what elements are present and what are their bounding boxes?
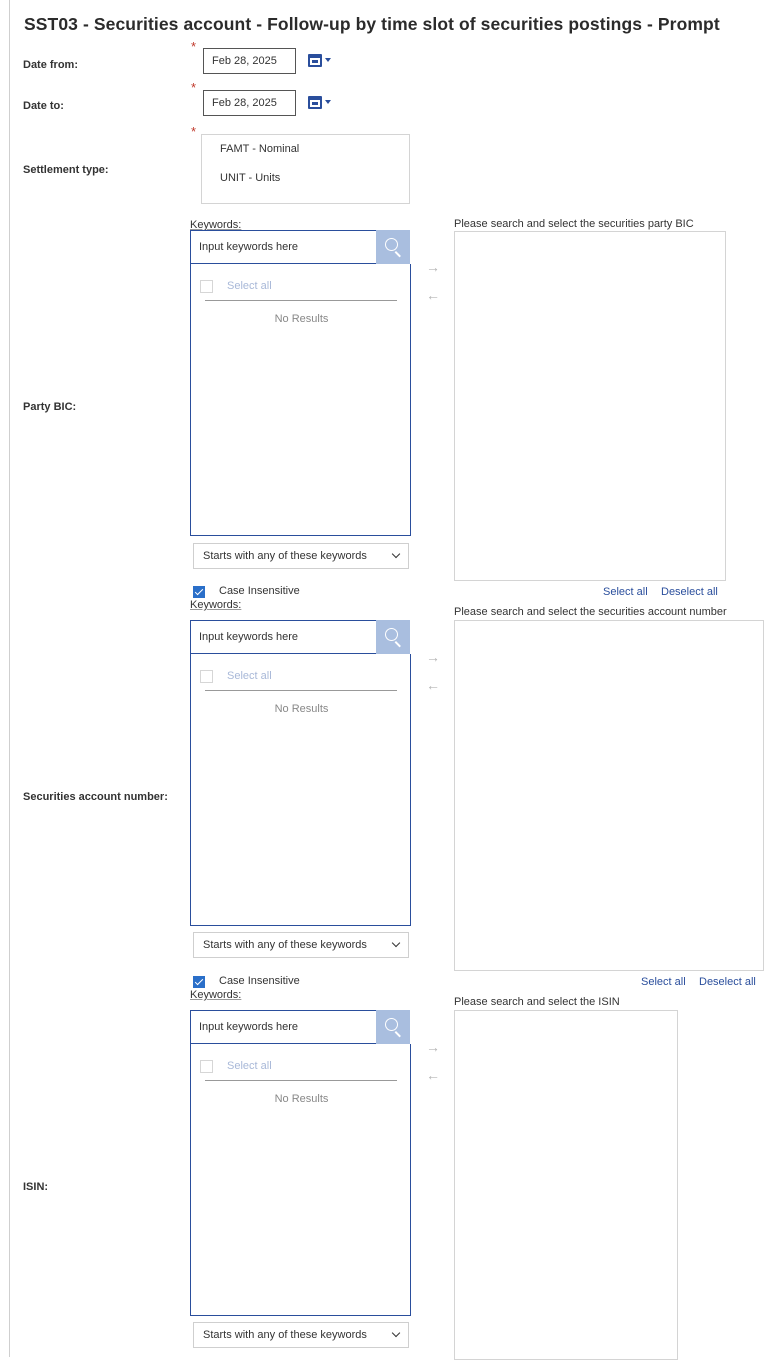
party-bic-select-all-checkbox[interactable] bbox=[200, 280, 213, 293]
isin-keywords-label: Keywords: bbox=[190, 989, 242, 1001]
party-bic-select-all-label: Select all bbox=[227, 280, 272, 292]
date-to-calendar-button[interactable] bbox=[304, 90, 334, 116]
party-bic-keywords-input[interactable]: Input keywords here bbox=[190, 230, 378, 264]
party-bic-select-all-link[interactable]: Select all bbox=[603, 586, 648, 598]
securities-account-match-mode-select[interactable]: Starts with any of these keywords bbox=[193, 932, 409, 958]
isin-keywords-input[interactable]: Input keywords here bbox=[190, 1010, 378, 1044]
securities-account-case-insensitive-checkbox[interactable] bbox=[193, 976, 205, 988]
securities-account-selected-list[interactable] bbox=[454, 620, 764, 971]
party-bic-case-insensitive-checkbox[interactable] bbox=[193, 586, 205, 598]
isin-remove-arrow-icon[interactable]: ← bbox=[426, 1068, 440, 1082]
isin-selected-list[interactable] bbox=[454, 1010, 678, 1360]
date-from-calendar-button[interactable] bbox=[304, 48, 334, 74]
isin-select-all-checkbox[interactable] bbox=[200, 1060, 213, 1073]
divider bbox=[205, 1080, 397, 1081]
calendar-icon bbox=[308, 54, 322, 67]
securities-account-no-results: No Results bbox=[274, 703, 329, 715]
party-bic-match-mode-select[interactable]: Starts with any of these keywords bbox=[193, 543, 409, 569]
date-to-required-mark: * bbox=[191, 80, 197, 95]
securities-account-select-all-link[interactable]: Select all bbox=[641, 976, 686, 988]
securities-account-remove-arrow-icon[interactable]: ← bbox=[426, 678, 440, 692]
party-bic-case-insensitive-label: Case Insensitive bbox=[219, 585, 300, 597]
search-icon bbox=[385, 1018, 398, 1031]
page-title: SST03 - Securities account - Follow-up b… bbox=[24, 14, 720, 34]
securities-account-results-list: Select all No Results bbox=[190, 654, 411, 926]
party-bic-selected-list[interactable] bbox=[454, 231, 726, 581]
left-border-line bbox=[9, 0, 10, 1357]
party-bic-remove-arrow-icon[interactable]: ← bbox=[426, 288, 440, 302]
securities-account-keywords-input[interactable]: Input keywords here bbox=[190, 620, 378, 654]
settlement-option-unit[interactable]: UNIT - Units bbox=[220, 172, 280, 184]
isin-match-mode-select[interactable]: Starts with any of these keywords bbox=[193, 1322, 409, 1348]
search-icon bbox=[385, 238, 398, 251]
isin-match-mode-value: Starts with any of these keywords bbox=[203, 1329, 367, 1341]
date-from-required-mark: * bbox=[191, 39, 197, 54]
party-bic-results-list: Select all No Results bbox=[190, 264, 411, 536]
party-bic-no-results: No Results bbox=[274, 313, 329, 325]
settlement-type-label: Settlement type: bbox=[23, 164, 109, 176]
securities-account-case-insensitive-label: Case Insensitive bbox=[219, 975, 300, 987]
search-icon bbox=[385, 628, 398, 641]
isin-label: ISIN: bbox=[23, 1181, 49, 1193]
chevron-down-icon bbox=[391, 938, 401, 948]
securities-account-label: Securities account number: bbox=[23, 791, 168, 803]
settlement-option-famt[interactable]: FAMT - Nominal bbox=[220, 143, 299, 155]
party-bic-deselect-all-link[interactable]: Deselect all bbox=[661, 586, 718, 598]
party-bic-add-arrow-icon[interactable]: → bbox=[426, 260, 440, 274]
divider bbox=[205, 300, 397, 301]
party-bic-selected-label: Please search and select the securities … bbox=[454, 218, 694, 230]
securities-account-deselect-all-link[interactable]: Deselect all bbox=[699, 976, 756, 988]
isin-no-results: No Results bbox=[274, 1093, 329, 1105]
party-bic-search-button[interactable] bbox=[376, 230, 410, 264]
securities-account-add-arrow-icon[interactable]: → bbox=[426, 650, 440, 664]
securities-account-keywords-label: Keywords: bbox=[190, 599, 242, 611]
date-from-label: Date from: bbox=[23, 59, 79, 71]
securities-account-select-all-checkbox[interactable] bbox=[200, 670, 213, 683]
securities-account-match-mode-value: Starts with any of these keywords bbox=[203, 939, 367, 951]
party-bic-label: Party BIC: bbox=[23, 401, 77, 413]
divider bbox=[205, 690, 397, 691]
securities-account-search-button[interactable] bbox=[376, 620, 410, 654]
securities-account-selected-label: Please search and select the securities … bbox=[454, 606, 727, 618]
chevron-down-icon bbox=[325, 100, 331, 104]
isin-select-all-label: Select all bbox=[227, 1060, 272, 1072]
securities-account-select-all-label: Select all bbox=[227, 670, 272, 682]
chevron-down-icon bbox=[325, 58, 331, 62]
settlement-type-list: FAMT - Nominal UNIT - Units bbox=[201, 134, 410, 204]
party-bic-match-mode-value: Starts with any of these keywords bbox=[203, 550, 367, 562]
date-from-input[interactable]: Feb 28, 2025 bbox=[203, 48, 296, 74]
settlement-type-required-mark: * bbox=[191, 124, 197, 139]
date-to-input[interactable]: Feb 28, 2025 bbox=[203, 90, 296, 116]
isin-selected-label: Please search and select the ISIN bbox=[454, 996, 620, 1008]
isin-search-button[interactable] bbox=[376, 1010, 410, 1044]
isin-add-arrow-icon[interactable]: → bbox=[426, 1040, 440, 1054]
calendar-icon bbox=[308, 96, 322, 109]
chevron-down-icon bbox=[391, 549, 401, 559]
date-to-label: Date to: bbox=[23, 100, 64, 112]
chevron-down-icon bbox=[391, 1328, 401, 1338]
isin-results-list: Select all No Results bbox=[190, 1044, 411, 1316]
